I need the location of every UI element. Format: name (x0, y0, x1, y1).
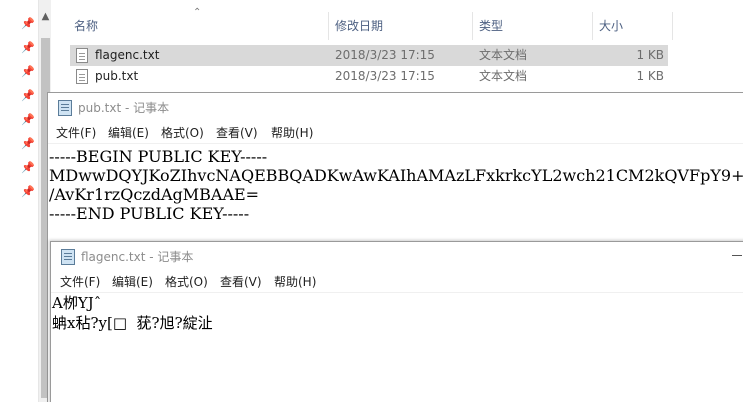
window-titlebar[interactable]: flagenc.txt - 记事本 (51, 242, 743, 272)
file-row-pub[interactable]: pub.txt 2018/3/23 17:15 文本文档 1 KB (70, 66, 668, 87)
menu-bar: 文件(F) 编辑(E) 格式(O) 查看(V) 帮助(H) (48, 123, 743, 143)
menu-view[interactable]: 查看(V) (216, 125, 258, 141)
pin-icon[interactable]: 📌 (21, 66, 35, 78)
scroll-up-icon[interactable]: ▲ (39, 10, 52, 24)
column-header-date[interactable]: 修改日期 (335, 12, 383, 40)
column-header-size[interactable]: 大小 (599, 12, 623, 40)
pin-icon[interactable]: 📌 (21, 162, 35, 174)
pin-icon[interactable]: 📌 (21, 42, 35, 54)
editor-line: /AvKr1rzQczdAgMBAAE= (49, 185, 260, 204)
pin-icon[interactable]: 📌 (21, 138, 35, 150)
file-type: 文本文档 (479, 48, 528, 62)
menu-format[interactable]: 格式(O) (161, 125, 204, 141)
file-date: 2018/3/23 17:15 (335, 48, 435, 62)
menu-edit[interactable]: 编辑(E) (108, 125, 149, 141)
file-row-flagenc[interactable]: flagenc.txt 2018/3/23 17:15 文本文档 1 KB (70, 45, 668, 66)
text-editor[interactable]: A栁YJˆ 蚺x秥?y[□ 莸?旭?綻沚 (51, 292, 743, 402)
column-divider[interactable] (592, 12, 593, 40)
file-type: 文本文档 (479, 69, 528, 83)
pin-icon[interactable]: 📌 (21, 114, 35, 126)
menu-file[interactable]: 文件(F) (60, 274, 100, 290)
window-title: pub.txt - 记事本 (78, 101, 170, 115)
editor-line: 蚺x秥?y[□ 莸?旭?綻沚 (52, 314, 213, 332)
column-header-type[interactable]: 类型 (479, 12, 503, 40)
editor-line: MDwwDQYJKoZIhvcNAQEBBQADKwAwKAIhAMAzLFxk… (49, 166, 743, 185)
pin-icon[interactable]: 📌 (21, 186, 35, 198)
menu-bar: 文件(F) 编辑(E) 格式(O) 查看(V) 帮助(H) (51, 272, 743, 292)
window-title: flagenc.txt - 记事本 (81, 250, 194, 264)
pin-icon[interactable]: 📌 (21, 18, 35, 30)
file-size: 1 KB (636, 48, 664, 62)
notepad-window-flagenc[interactable]: flagenc.txt - 记事本 文件(F) 编辑(E) 格式(O) 查看(V… (50, 241, 743, 402)
editor-line: -----END PUBLIC KEY----- (49, 204, 250, 223)
window-titlebar[interactable]: pub.txt - 记事本 (48, 93, 743, 123)
menu-edit[interactable]: 编辑(E) (112, 274, 153, 290)
file-date: 2018/3/23 17:15 (335, 69, 435, 83)
editor-line: -----BEGIN PUBLIC KEY----- (49, 147, 268, 166)
menu-file[interactable]: 文件(F) (56, 125, 96, 141)
editor-line: A栁YJˆ (52, 294, 102, 312)
menu-format[interactable]: 格式(O) (165, 274, 208, 290)
quick-access-pin-strip: 📌 📌 📌 📌 📌 📌 📌 📌 (0, 0, 38, 402)
column-divider[interactable] (472, 12, 473, 40)
file-size: 1 KB (636, 69, 664, 83)
file-name: pub.txt (95, 69, 139, 83)
menu-view[interactable]: 查看(V) (220, 274, 262, 290)
pin-icon[interactable]: 📌 (21, 90, 35, 102)
column-divider[interactable] (328, 12, 329, 40)
text-file-icon (76, 69, 88, 84)
sort-ascending-icon: ⌃ (193, 7, 202, 18)
file-name: flagenc.txt (95, 48, 160, 62)
menu-help[interactable]: 帮助(H) (271, 125, 313, 141)
menu-help[interactable]: 帮助(H) (274, 274, 316, 290)
notepad-icon (61, 249, 75, 265)
notepad-icon (58, 100, 72, 116)
minimize-icon[interactable] (732, 255, 742, 256)
column-divider[interactable] (672, 12, 673, 40)
column-header-name[interactable]: 名称 (74, 12, 98, 40)
text-file-icon (76, 48, 88, 63)
